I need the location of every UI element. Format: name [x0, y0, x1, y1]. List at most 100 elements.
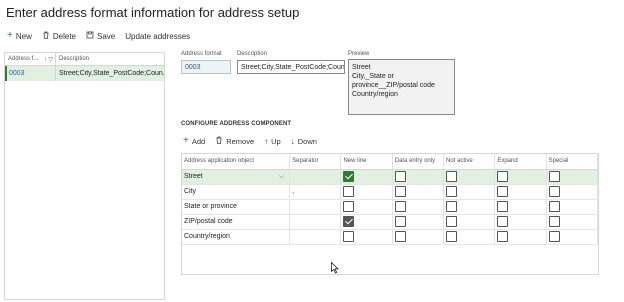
up-button[interactable]: ↑ Up	[264, 137, 281, 146]
column-header-address-format[interactable]: Address f... ↑ ▽	[5, 53, 56, 65]
cell-separator[interactable]: ,	[289, 184, 342, 200]
special-checkbox[interactable]	[548, 171, 560, 182]
component-toolbar: + Add Remove ↑ Up ↓ Down	[183, 136, 317, 146]
cell-separator[interactable]	[289, 169, 342, 185]
remove-button[interactable]: Remove	[215, 136, 254, 146]
list-item[interactable]: 0003 Street;City,State_PostCode;Coun...	[5, 66, 164, 81]
cell-new-line	[340, 184, 393, 200]
data-entry-only-checkbox[interactable]	[394, 186, 406, 197]
cell-special	[546, 229, 599, 245]
address-format-label: Address format	[181, 51, 222, 57]
cell-not-active	[443, 184, 496, 200]
not-active-checkbox[interactable]	[446, 201, 458, 212]
column-header-expand[interactable]: Expand	[494, 154, 547, 170]
cell-not-active	[443, 199, 496, 215]
delete-button[interactable]: Delete	[42, 31, 76, 41]
cell-new-line	[340, 214, 393, 230]
cell-not-active	[443, 229, 496, 245]
cell-data-entry-only	[392, 199, 445, 215]
cell-special	[546, 214, 599, 230]
data-entry-only-checkbox[interactable]	[394, 231, 406, 242]
preview-label: Preview	[348, 51, 370, 57]
not-active-checkbox[interactable]	[446, 171, 458, 182]
sort-filter-icon[interactable]: ↑ ▽	[44, 56, 53, 63]
column-header-not-active[interactable]: Not active	[443, 154, 496, 170]
save-button[interactable]: Save	[86, 31, 115, 41]
column-header-special[interactable]: Special	[546, 154, 599, 170]
list-item-format[interactable]: 0003	[7, 66, 56, 81]
address-preview: Street City,_State or province__ZIP/post…	[348, 59, 455, 115]
list-header: Address f... ↑ ▽ Description	[5, 53, 164, 66]
description-field[interactable]: Street;City,State_PostCode;Coun...	[237, 60, 345, 74]
expand-checkbox[interactable]	[497, 201, 509, 212]
cell-address-object[interactable]: ZIP/postal code	[182, 214, 291, 230]
table-row[interactable]: City,	[182, 184, 599, 200]
table-row[interactable]: ZIP/postal code	[182, 214, 599, 230]
cell-expand	[494, 184, 547, 200]
data-entry-only-checkbox[interactable]	[394, 216, 406, 227]
add-button[interactable]: + Add	[183, 136, 205, 146]
preview-line: Country/region	[352, 91, 398, 98]
not-active-checkbox[interactable]	[446, 186, 458, 197]
new-line-checkbox[interactable]	[343, 231, 355, 242]
plus-icon: +	[7, 30, 13, 41]
table-row[interactable]: Street ⌵	[182, 169, 599, 185]
description-label: Description	[237, 51, 268, 57]
cell-data-entry-only	[392, 229, 445, 245]
expand-checkbox[interactable]	[497, 186, 509, 197]
cell-expand	[494, 214, 547, 230]
expand-checkbox[interactable]	[497, 216, 509, 227]
cell-special	[546, 184, 599, 200]
chevron-down-icon[interactable]: ⌵	[279, 173, 284, 181]
list-item-description: Street;City,State_PostCode;Coun...	[59, 70, 164, 77]
cell-address-object[interactable]: Country/region	[182, 229, 291, 245]
cell-expand	[494, 169, 547, 185]
trash-icon	[42, 31, 50, 41]
cell-not-active	[443, 169, 496, 185]
column-header-data-entry-only[interactable]: Data entry only	[392, 154, 445, 170]
special-checkbox[interactable]	[548, 186, 560, 197]
table-row[interactable]: State or province	[182, 199, 599, 215]
section-title: CONFIGURE ADDRESS COMPONENT	[181, 121, 292, 127]
arrow-down-icon: ↓	[290, 136, 295, 146]
new-line-checkbox[interactable]	[343, 201, 355, 212]
arrow-up-icon: ↑	[264, 136, 269, 146]
column-header-separator[interactable]: Separator	[289, 154, 342, 170]
column-header-description[interactable]: Description	[56, 56, 89, 62]
data-entry-only-checkbox[interactable]	[394, 171, 406, 182]
column-header-object[interactable]: Address application object	[182, 154, 291, 170]
new-line-checkbox[interactable]	[343, 216, 355, 227]
expand-checkbox[interactable]	[497, 231, 509, 242]
cell-address-object[interactable]: Street ⌵	[182, 169, 291, 185]
special-checkbox[interactable]	[548, 201, 560, 212]
down-button[interactable]: ↓ Down	[291, 137, 317, 146]
not-active-checkbox[interactable]	[446, 216, 458, 227]
not-active-checkbox[interactable]	[446, 231, 458, 242]
special-checkbox[interactable]	[548, 231, 560, 242]
data-entry-only-checkbox[interactable]	[394, 201, 406, 212]
cell-expand	[494, 229, 547, 245]
new-line-checkbox[interactable]	[343, 186, 355, 197]
preview-line: Street	[352, 64, 371, 71]
cell-special	[546, 169, 599, 185]
cell-address-object[interactable]: City	[182, 184, 291, 200]
cell-expand	[494, 199, 547, 215]
table-row[interactable]: Country/region	[182, 229, 599, 245]
cell-data-entry-only	[392, 169, 445, 185]
expand-checkbox[interactable]	[497, 171, 509, 182]
cell-separator[interactable]	[289, 214, 342, 230]
column-header-new-line[interactable]: New line	[340, 154, 393, 170]
new-line-checkbox[interactable]	[343, 171, 355, 182]
cell-separator[interactable]	[289, 229, 342, 245]
mouse-cursor-icon	[331, 262, 339, 274]
address-format-field[interactable]: 0003	[181, 60, 231, 74]
cell-address-object[interactable]: State or province	[182, 199, 291, 215]
cell-data-entry-only	[392, 214, 445, 230]
special-checkbox[interactable]	[548, 216, 560, 227]
page-title: Enter address format information for add…	[6, 5, 300, 20]
update-addresses-button[interactable]: Update addresses	[125, 32, 190, 41]
cell-special	[546, 199, 599, 215]
cell-not-active	[443, 214, 496, 230]
cell-separator[interactable]	[289, 199, 342, 215]
new-button[interactable]: + New	[7, 30, 32, 41]
